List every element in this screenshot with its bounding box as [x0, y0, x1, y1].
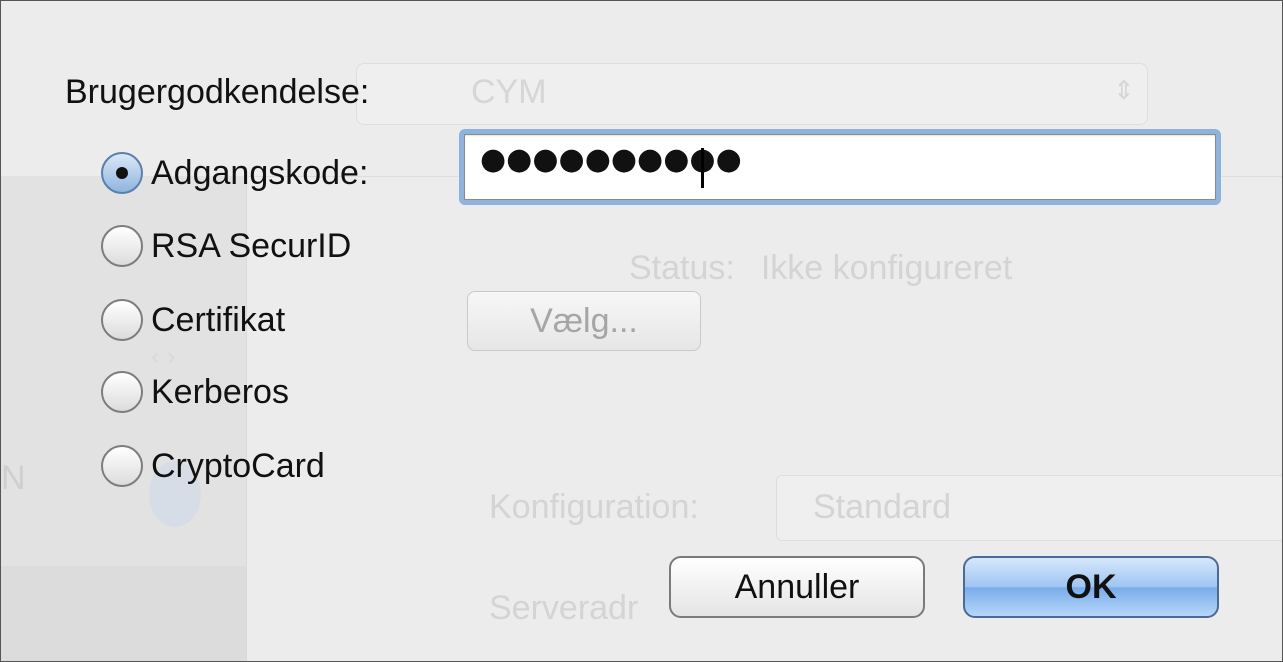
radio-label: RSA SecurID: [151, 226, 352, 265]
choose-certificate-button[interactable]: Vælg...: [467, 291, 701, 351]
radio-label: Kerberos: [151, 372, 289, 411]
background-status-label: Status:: [629, 249, 735, 287]
ok-button[interactable]: OK: [963, 556, 1219, 618]
radio-button-selected-icon[interactable]: [101, 152, 143, 194]
radio-dot-icon: [116, 167, 128, 179]
radio-kerberos[interactable]: Kerberos: [101, 367, 289, 417]
radio-certificate[interactable]: Certifikat: [101, 295, 285, 345]
radio-password[interactable]: Adgangskode:: [101, 148, 368, 198]
radio-button-icon[interactable]: [101, 445, 143, 487]
background-popup-text: CYM: [471, 73, 547, 111]
dialog-title: Brugergodkendelse:: [65, 73, 370, 111]
radio-button-icon[interactable]: [101, 371, 143, 413]
radio-cryptocard[interactable]: CryptoCard: [101, 441, 325, 491]
background-configuration-value: Standard: [813, 488, 951, 526]
background-server-label: Serveradr: [489, 589, 639, 627]
radio-button-icon[interactable]: [101, 299, 143, 341]
text-caret: [701, 148, 704, 188]
popup-arrows-icon: ⇕: [1113, 75, 1135, 105]
screenshot-frame: CYM ⇕ Status: Ikke konfigureret N ‹ › Kon…: [0, 0, 1283, 662]
password-input[interactable]: ●●●●●●●●●●: [459, 129, 1221, 205]
radio-label: Adgangskode:: [151, 153, 369, 192]
radio-button-icon[interactable]: [101, 225, 143, 267]
radio-label: Certifikat: [151, 300, 286, 339]
background-sidebar-letter: N: [1, 459, 26, 497]
background-status: Status: Ikke konfigureret: [629, 249, 1012, 288]
radio-rsa-securid[interactable]: RSA SecurID: [101, 221, 351, 271]
cancel-button[interactable]: Annuller: [669, 556, 925, 618]
background-configuration-label: Konfiguration:: [489, 488, 699, 526]
radio-label: CryptoCard: [151, 446, 325, 485]
background-status-value: Ikke konfigureret: [760, 249, 1013, 287]
